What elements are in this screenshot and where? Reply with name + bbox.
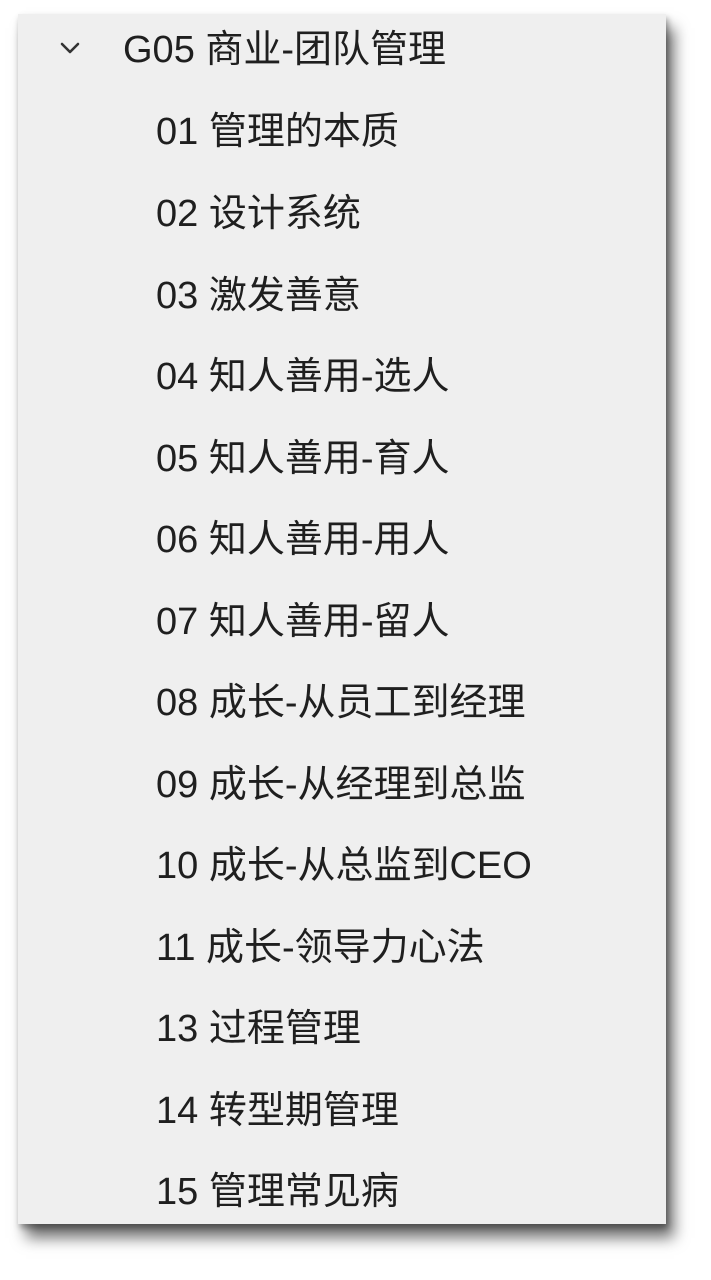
- tree-item[interactable]: 01 管理的本质: [156, 110, 399, 154]
- tree-item[interactable]: 05 知人善用-育人: [156, 437, 449, 481]
- tree-item[interactable]: 07 知人善用-留人: [156, 600, 449, 644]
- tree-item[interactable]: 11 成长-领导力心法: [156, 926, 485, 970]
- tree-item[interactable]: 04 知人善用-选人: [156, 355, 449, 399]
- tree-item[interactable]: 15 管理常见病: [156, 1170, 399, 1214]
- outline-panel: G05 商业-团队管理 01 管理的本质 02 设计系统 03 激发善意 04 …: [18, 14, 666, 1224]
- tree-item[interactable]: 03 激发善意: [156, 274, 361, 318]
- tree-item[interactable]: 06 知人善用-用人: [156, 518, 449, 562]
- tree-item[interactable]: 08 成长-从员工到经理: [156, 681, 525, 725]
- tree-item[interactable]: 14 转型期管理: [156, 1089, 399, 1133]
- tree-item[interactable]: 02 设计系统: [156, 192, 361, 236]
- tree-item[interactable]: 10 成长-从总监到CEO: [156, 844, 532, 888]
- tree-item[interactable]: 09 成长-从经理到总监: [156, 763, 525, 807]
- tree-item[interactable]: 13 过程管理: [156, 1007, 361, 1051]
- tree-item-list: 01 管理的本质 02 设计系统 03 激发善意 04 知人善用-选人 05 知…: [18, 14, 666, 1224]
